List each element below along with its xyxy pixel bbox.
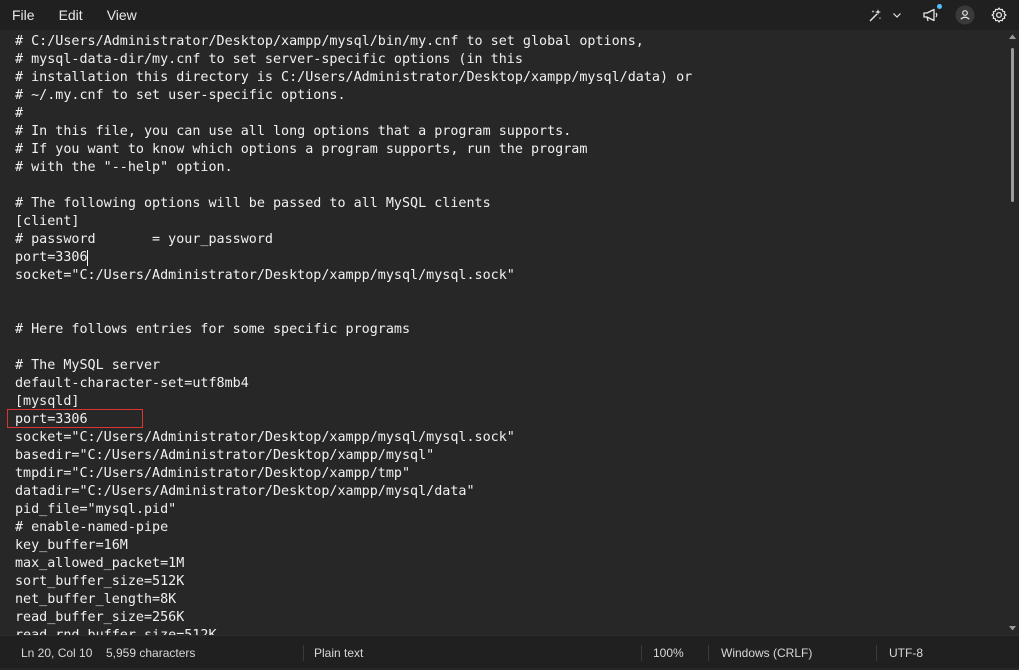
chevron-down-icon [893, 13, 901, 18]
code-line: # If you want to know which options a pr… [15, 142, 588, 157]
account-button[interactable] [953, 0, 977, 30]
copilot-icon [869, 9, 882, 22]
settings-button[interactable] [987, 0, 1011, 30]
text-caret [87, 250, 88, 266]
status-divider [876, 645, 877, 661]
code-line: socket="C:/Users/Administrator/Desktop/x… [15, 268, 515, 283]
code-line: # In this file, you can use all long opt… [15, 124, 572, 139]
code-line: # password = your_password [15, 232, 273, 247]
syntax-mode[interactable]: Plain text [314, 636, 363, 668]
code-line: # Here follows entries for some specific… [15, 322, 411, 337]
notification-dot [937, 4, 942, 9]
encoding[interactable]: UTF-8 [889, 636, 923, 668]
vertical-scrollbar[interactable] [1006, 30, 1019, 635]
code-line: basedir="C:/Users/Administrator/Desktop/… [15, 448, 435, 463]
code-line: # ~/.my.cnf to set user-specific options… [15, 88, 346, 103]
code-line: tmpdir="C:/Users/Administrator/Desktop/x… [15, 466, 411, 481]
code-line: # with the "--help" option. [15, 160, 233, 175]
code-line: net_buffer_length=8K [15, 592, 177, 607]
code-line: read_rnd_buffer_size=512K [15, 627, 217, 635]
scroll-up-icon[interactable] [1009, 34, 1016, 40]
scroll-down-icon[interactable] [1009, 625, 1016, 631]
code-line: # C:/Users/Administrator/Desktop/xampp/m… [15, 34, 644, 49]
code-line: max_allowed_packet=1M [15, 556, 185, 571]
code-line: # [15, 106, 24, 121]
menu-view[interactable]: View [95, 0, 149, 30]
settings-icon [991, 7, 1007, 23]
code-line: # installation this directory is C:/User… [15, 70, 693, 85]
code-line: # enable-named-pipe [15, 520, 169, 535]
code-line: datadir="C:/Users/Administrator/Desktop/… [15, 484, 475, 499]
zoom-level[interactable]: 100% [653, 636, 684, 668]
code-line: sort_buffer_size=512K [15, 574, 185, 589]
scrollbar-thumb[interactable] [1011, 48, 1014, 202]
menu-bar: File Edit View [0, 0, 1019, 30]
code-line: socket="C:/Users/Administrator/Desktop/x… [15, 430, 515, 445]
account-icon [955, 5, 975, 25]
copilot-button[interactable] [865, 0, 887, 30]
code-line: # mysql-data-dir/my.cnf to set server-sp… [15, 52, 523, 67]
menu-edit[interactable]: Edit [47, 0, 95, 30]
code-line: key_buffer=16M [15, 538, 128, 553]
highlight-annotation [7, 409, 143, 428]
code-line: # The MySQL server [15, 358, 161, 373]
copilot-dropdown[interactable] [889, 0, 905, 30]
whats-new-icon [923, 8, 938, 22]
code-line: pid_file="mysql.pid" [15, 502, 177, 517]
status-divider [303, 645, 304, 661]
whats-new-button[interactable] [919, 0, 943, 30]
code-line: [client] [15, 214, 80, 229]
character-count: 5,959 characters [106, 646, 196, 660]
cursor-position: Ln 20, Col 10 [21, 646, 93, 660]
code-line: default-character-set=utf8mb4 [15, 376, 249, 391]
status-divider [708, 645, 709, 661]
code-line: read_buffer_size=256K [15, 610, 185, 625]
code-line: port=3306 [15, 250, 88, 265]
status-bar: Ln 20, Col 10 5,959 characters Plain tex… [0, 635, 1019, 668]
text-editor[interactable]: # C:/Users/Administrator/Desktop/xampp/m… [0, 30, 1006, 635]
toolbar-right [865, 0, 1019, 30]
status-divider [641, 645, 642, 661]
line-ending[interactable]: Windows (CRLF) [721, 636, 812, 668]
code-line: # The following options will be passed t… [15, 196, 491, 211]
menu-file[interactable]: File [0, 0, 47, 30]
